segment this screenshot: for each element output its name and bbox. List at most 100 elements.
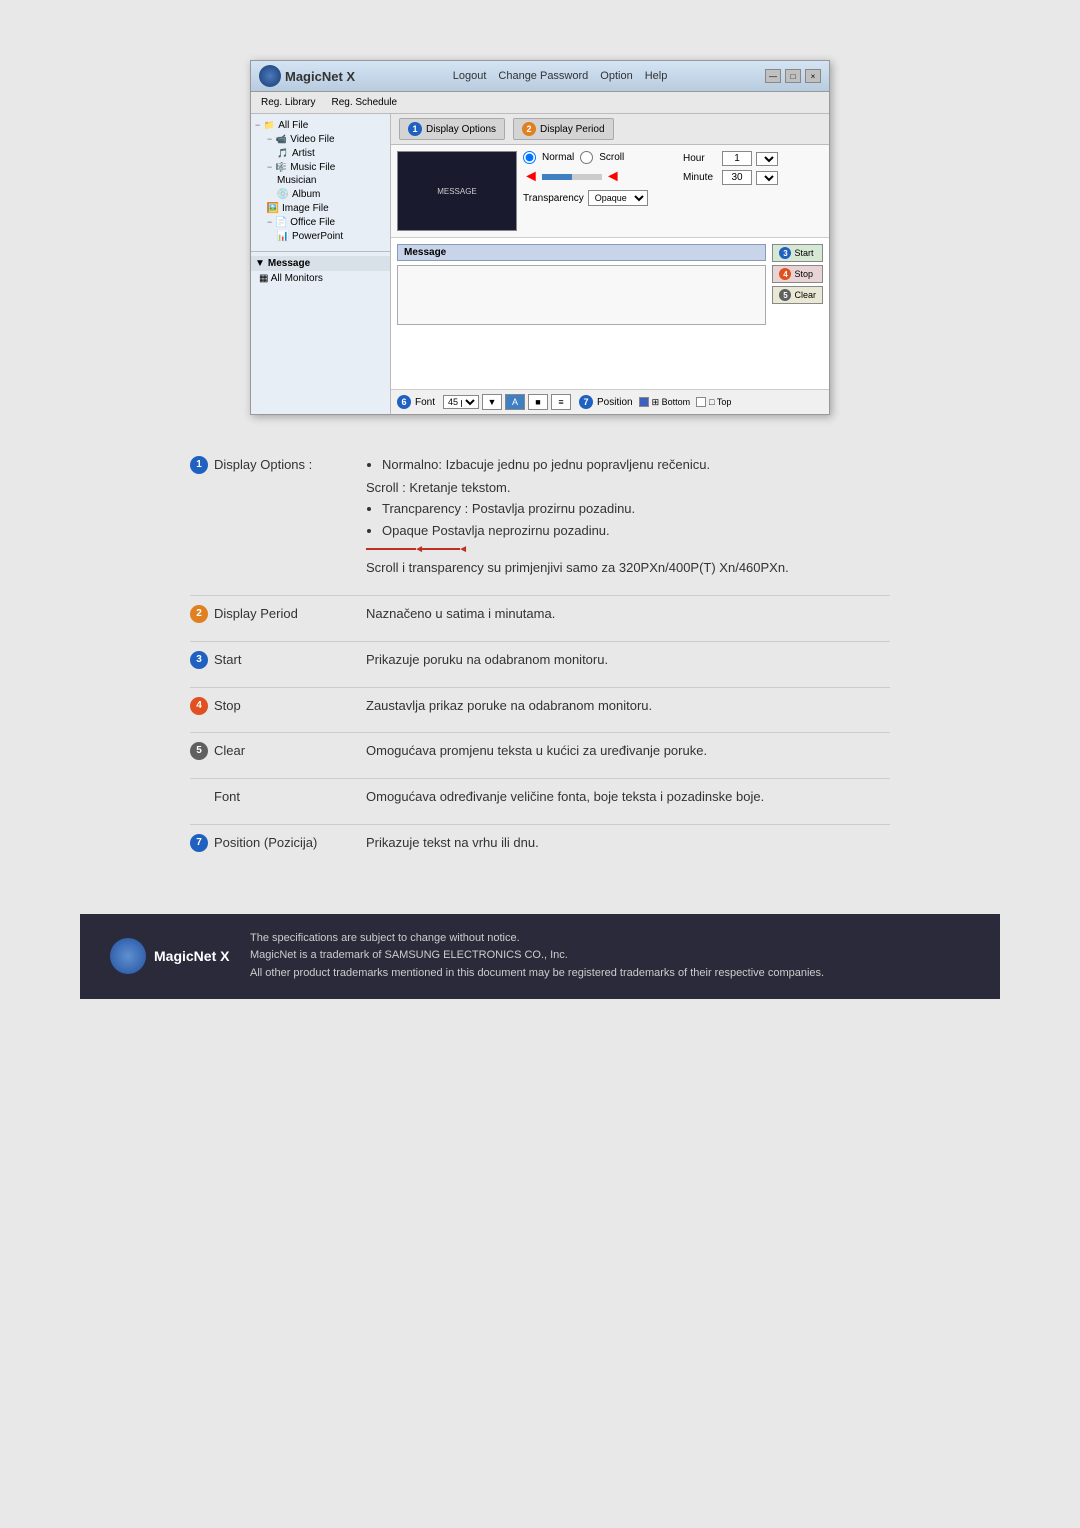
footer-line-3: All other product trademarks mentioned i… <box>250 965 824 983</box>
message-area: Message 3 Start 4 Stop 5 <box>391 238 829 389</box>
tree-item-all-file[interactable]: − 📁 All File <box>255 118 386 132</box>
tab-reg-schedule[interactable]: Reg. Schedule <box>327 95 401 110</box>
font-align-button[interactable]: ≡ <box>551 394 571 410</box>
desc-display-options: 1 Display Options : Normalno: Izbacuje j… <box>190 455 890 579</box>
folder-icon: 🎼 <box>275 161 287 173</box>
slider-row: ◄ ◄ <box>523 168 677 186</box>
clear-badge: 5 <box>779 289 791 301</box>
minute-label: Minute <box>683 172 718 183</box>
tree-item-image-file[interactable]: 🖼️ Image File <box>255 201 386 215</box>
speed-slider[interactable] <box>542 174 602 180</box>
tree-item-album[interactable]: 💿 Album <box>255 187 386 201</box>
pos-btn-bottom[interactable]: ⊞ Bottom <box>639 397 691 408</box>
desc-label-text-font: Font <box>214 787 240 808</box>
tab-display-options[interactable]: 1 Display Options <box>399 118 505 140</box>
font-controls-row: 45 pt ▼ A ■ ≡ <box>443 394 571 410</box>
radio-normal[interactable] <box>523 151 536 164</box>
minimize-button[interactable]: — <box>765 69 781 83</box>
sidebar: − 📁 All File − 📹 Video File 🎵 Artist <box>251 114 391 414</box>
step-tabs: 1 Display Options 2 Display Period <box>391 114 829 145</box>
pos-badge-area: 7 Position <box>579 395 633 409</box>
radio-normal-label: Normal <box>542 152 574 163</box>
radio-scroll[interactable] <box>580 151 593 164</box>
stop-button[interactable]: 4 Stop <box>772 265 823 283</box>
menu-option[interactable]: Option <box>600 70 632 82</box>
hour-input[interactable] <box>722 151 752 166</box>
expand-icon: ▼ <box>255 258 265 269</box>
desc-content-3: Prikazuje poruku na odabranom monitoru. <box>366 650 890 671</box>
folder-icon: 📹 <box>275 133 287 145</box>
desc-stop: 4 Stop Zaustavlja prikaz poruke na odabr… <box>190 696 890 717</box>
tree-label-image: Image File <box>282 203 329 214</box>
sidebar-monitors-item[interactable]: ▦ All Monitors <box>251 271 390 286</box>
stop-badge: 4 <box>779 268 791 280</box>
tab-reg-library[interactable]: Reg. Library <box>257 95 319 110</box>
desc-content-5: Omogućava promjenu teksta u kućici za ur… <box>366 741 890 762</box>
footer-logo-text: MagicNet X <box>154 948 229 964</box>
position-badge: 7 <box>579 395 593 409</box>
sidebar-message-section[interactable]: ▼ Message <box>251 256 390 271</box>
app-window: MagicNet X Logout Change Password Option… <box>250 60 830 415</box>
radio-option-row: Normal Scroll <box>523 151 677 164</box>
desc-item-normal: Normalno: Izbacuje jednu po jednu poprav… <box>382 455 890 476</box>
close-button[interactable]: × <box>805 69 821 83</box>
menu-change-password[interactable]: Change Password <box>498 70 588 82</box>
tree-label-music: Music File <box>290 162 335 173</box>
font-label: Font <box>415 397 435 408</box>
preview-message-label: MESSAGE <box>437 187 477 196</box>
stop-label: Stop <box>794 269 813 279</box>
arrow-right-icon: ◄ <box>605 168 621 186</box>
desc-start: 3 Start Prikazuje poruku na odabranom mo… <box>190 650 890 671</box>
hour-row: Hour ▼ <box>683 151 823 166</box>
tree-item-powerpoint[interactable]: 📊 PowerPoint <box>255 229 386 243</box>
tree-item-musician[interactable]: Musician <box>255 174 386 187</box>
desc-label-text-5: Clear <box>214 741 245 762</box>
tree-item-video-file[interactable]: − 📹 Video File <box>255 132 386 146</box>
hour-dropdown[interactable]: ▼ <box>756 152 778 166</box>
maximize-button[interactable]: □ <box>785 69 801 83</box>
pos-btn-top[interactable]: □ Top <box>696 397 731 407</box>
image-icon: 🖼️ <box>267 202 279 214</box>
font-size-select[interactable]: 45 pt <box>443 395 479 409</box>
menu-help[interactable]: Help <box>645 70 668 82</box>
footer: MagicNet X The specifications are subjec… <box>80 914 1000 999</box>
desc-badge-1: 1 <box>190 456 208 474</box>
start-button[interactable]: 3 Start <box>772 244 823 262</box>
divider-3 <box>190 687 890 688</box>
message-textarea[interactable] <box>397 265 766 325</box>
sidebar-tree: − 📁 All File − 📹 Video File 🎵 Artist <box>251 114 390 247</box>
transparency-select[interactable]: Opaque <box>588 190 648 206</box>
descriptions-section: 1 Display Options : Normalno: Izbacuje j… <box>190 455 890 854</box>
minute-input[interactable] <box>722 170 752 185</box>
pos-top-label: □ Top <box>709 397 731 407</box>
divider-5 <box>190 778 890 779</box>
desc-label-text-7: Position (Pozicija) <box>214 833 317 854</box>
message-section: Message <box>397 244 766 383</box>
main-content: − 📁 All File − 📹 Video File 🎵 Artist <box>251 114 829 414</box>
tab-reg-schedule-label: Reg. Schedule <box>331 97 397 108</box>
desc-badge-3: 3 <box>190 651 208 669</box>
desc-scroll-note: Scroll i transparency su primjenjivi sam… <box>366 558 890 579</box>
monitors-icon: ▦ <box>259 273 268 284</box>
display-options-area: MESSAGE Normal Scroll ◄ <box>391 145 829 238</box>
desc-label-3: 3 Start <box>190 650 350 671</box>
hour-label: Hour <box>683 153 718 164</box>
minute-dropdown[interactable]: ▼ <box>756 171 778 185</box>
folder-icon: 📁 <box>263 119 275 131</box>
divider-6 <box>190 824 890 825</box>
start-badge: 3 <box>779 247 791 259</box>
clear-button[interactable]: 5 Clear <box>772 286 823 304</box>
footer-text: The specifications are subject to change… <box>250 930 824 983</box>
desc-text-4: Zaustavlja prikaz poruke na odabranom mo… <box>366 698 652 713</box>
font-bold-button[interactable]: A <box>505 394 525 410</box>
menu-logout[interactable]: Logout <box>453 70 487 82</box>
font-color-button[interactable]: ■ <box>528 394 548 410</box>
tree-label-album: Album <box>292 189 320 200</box>
expand-icon: − <box>255 120 260 130</box>
tree-item-music-file[interactable]: − 🎼 Music File <box>255 160 386 174</box>
tree-item-artist[interactable]: 🎵 Artist <box>255 146 386 160</box>
tree-item-office-file[interactable]: − 📄 Office File <box>255 215 386 229</box>
ppt-icon: 📊 <box>277 230 289 242</box>
font-down-button[interactable]: ▼ <box>482 394 502 410</box>
tab-display-period[interactable]: 2 Display Period <box>513 118 613 140</box>
